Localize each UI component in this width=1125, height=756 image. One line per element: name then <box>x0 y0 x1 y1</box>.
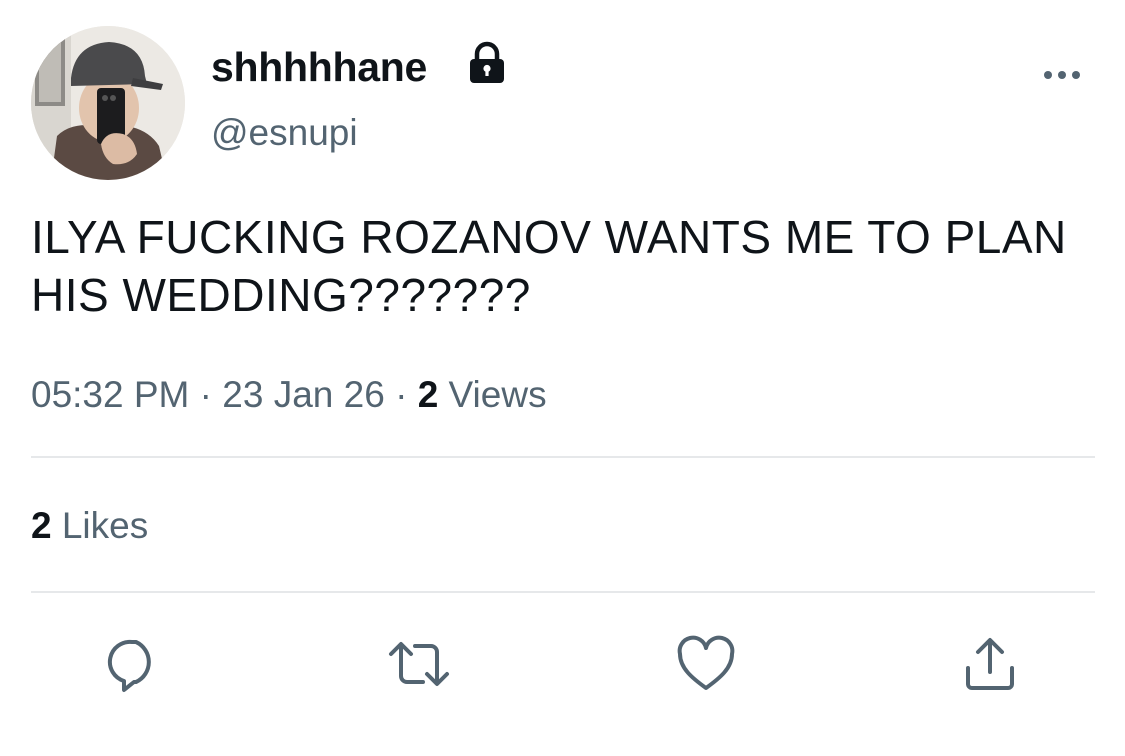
retweet-icon <box>389 642 449 686</box>
meta-separator: · <box>199 374 212 415</box>
more-icon[interactable] <box>1040 60 1084 90</box>
share-icon <box>966 638 1014 690</box>
share-button[interactable] <box>958 632 1022 696</box>
like-button[interactable] <box>674 632 738 696</box>
tweet-detail: shhhhhane @esnupi ILYA FUCKING ROZANOV W… <box>0 0 1125 756</box>
retweet-button[interactable] <box>387 632 451 696</box>
display-name[interactable]: shhhhhane <box>211 42 427 92</box>
divider <box>31 456 1095 458</box>
reply-button[interactable] <box>102 632 166 696</box>
reply-icon <box>107 639 151 692</box>
likes-count: 2 <box>31 505 52 546</box>
tweet-date[interactable]: 23 Jan 26 <box>222 374 385 415</box>
tweet-text: ILYA FUCKING ROZANOV WANTS ME TO PLAN HI… <box>31 211 1067 321</box>
user-handle[interactable]: @esnupi <box>211 110 358 156</box>
profile-photo-icon <box>31 26 185 180</box>
tweet-meta: 05:32 PM · 23 Jan 26 · 2 Views <box>31 372 547 418</box>
meta-separator: · <box>395 374 408 415</box>
lock-icon <box>465 40 509 84</box>
likes-stat[interactable]: 2 Likes <box>31 503 148 549</box>
avatar[interactable] <box>31 26 185 180</box>
views-label: Views <box>448 374 547 415</box>
tweet-time[interactable]: 05:32 PM <box>31 374 189 415</box>
views-count: 2 <box>417 374 439 415</box>
heart-icon <box>677 635 735 690</box>
likes-label: Likes <box>61 505 149 546</box>
divider <box>31 591 1095 593</box>
